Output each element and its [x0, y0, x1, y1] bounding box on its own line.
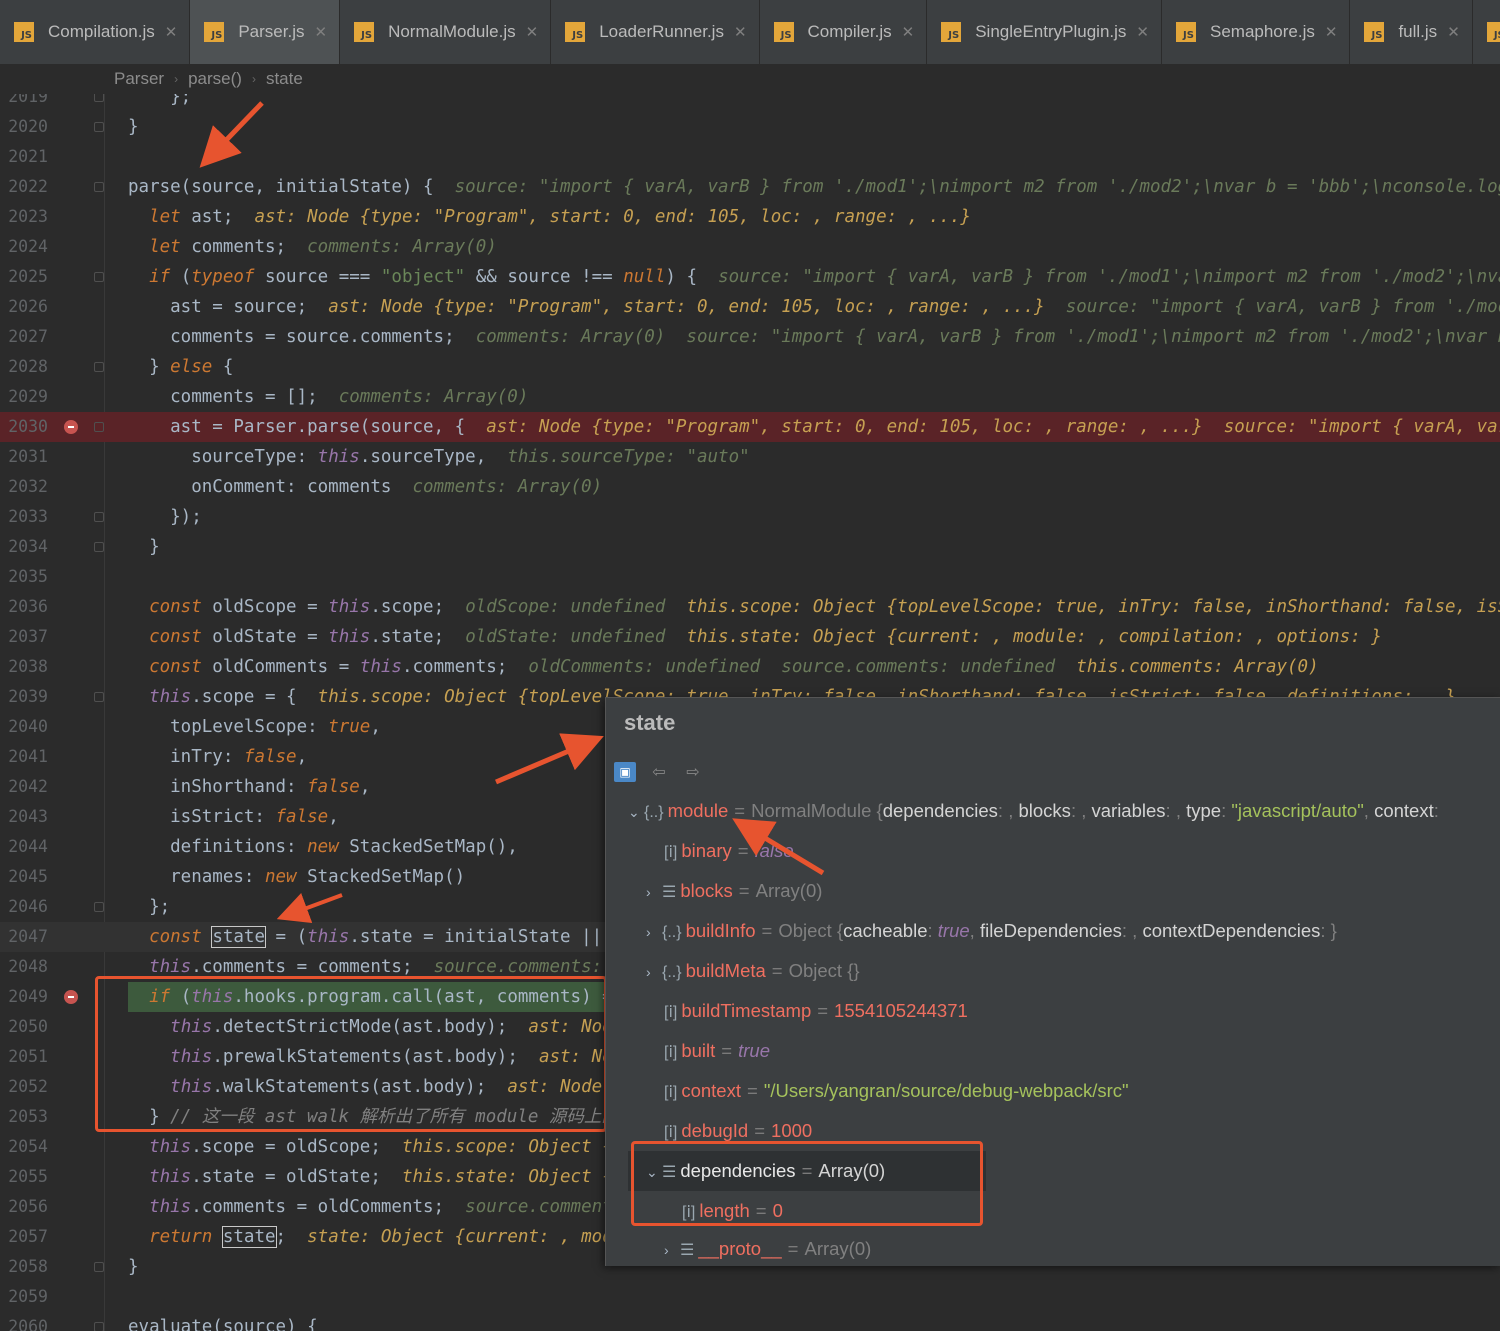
annotation-arrow-state-popup — [495, 733, 604, 785]
annotation-arrow-module — [732, 818, 825, 876]
annotation-arrow-parse — [199, 101, 264, 168]
annotation-arrow-state-var — [276, 893, 343, 924]
annotation-arrows — [199, 101, 825, 924]
